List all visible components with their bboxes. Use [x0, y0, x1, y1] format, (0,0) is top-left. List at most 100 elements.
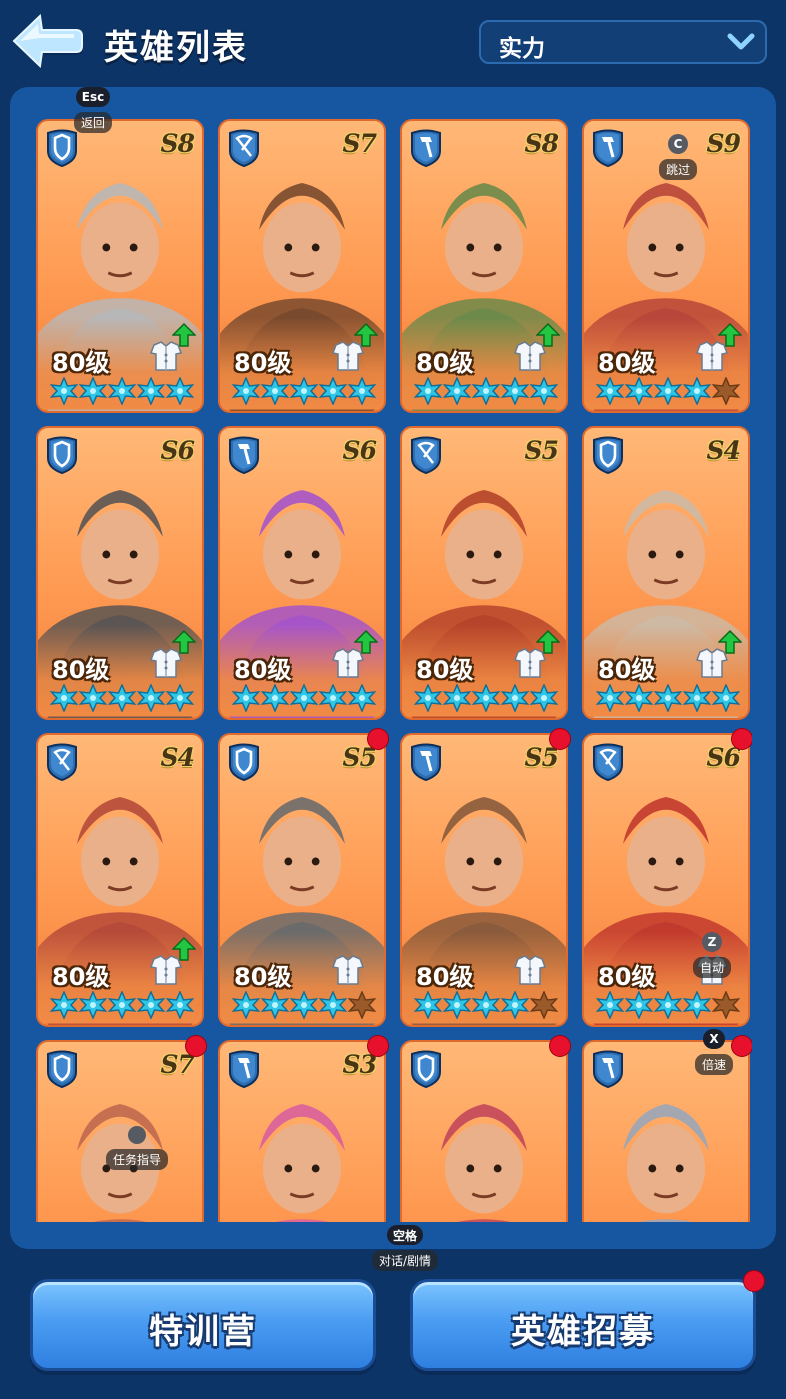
star-rating: [50, 991, 198, 1019]
star-filled-icon: [261, 377, 289, 405]
hero-level: 80级: [234, 656, 292, 684]
star-filled-icon: [108, 377, 136, 405]
hero-card[interactable]: [400, 1040, 568, 1222]
star-rating: [50, 684, 198, 712]
back-arrow-icon[interactable]: [10, 12, 84, 70]
hero-level: 80级: [598, 349, 656, 377]
hero-card[interactable]: S8 80级: [400, 119, 568, 413]
hero-card[interactable]: S5 80级: [400, 733, 568, 1027]
rank-badge: S6: [342, 436, 377, 465]
crossbow-class-icon: [410, 436, 442, 475]
star-filled-icon: [443, 377, 471, 405]
rank-badge: S9: [706, 129, 741, 158]
hammer-class-icon: [228, 1050, 260, 1089]
star-filled-icon: [625, 991, 653, 1019]
upgrade-arrow-icon: [172, 323, 196, 347]
hero-card[interactable]: S5 80级: [400, 426, 568, 720]
rank-badge: S8: [524, 129, 559, 158]
star-filled-icon: [137, 684, 165, 712]
notification-dot: [186, 1036, 206, 1056]
notification-dot: [368, 1036, 388, 1056]
shield-class-icon: [410, 1050, 442, 1089]
star-empty-icon: [712, 991, 740, 1019]
star-filled-icon: [166, 377, 194, 405]
star-filled-icon: [79, 377, 107, 405]
equipment-icon: [331, 955, 365, 985]
star-filled-icon: [50, 991, 78, 1019]
hero-card[interactable]: [582, 1040, 750, 1222]
star-filled-icon: [683, 991, 711, 1019]
shield-class-icon: [46, 436, 78, 475]
star-rating: [50, 377, 198, 405]
hammer-class-icon: [410, 129, 442, 168]
rank-badge: S4: [706, 436, 741, 465]
hero-recruit-button[interactable]: 英雄招募: [410, 1279, 756, 1371]
star-filled-icon: [625, 684, 653, 712]
star-empty-icon: [712, 377, 740, 405]
star-filled-icon: [261, 991, 289, 1019]
star-filled-icon: [472, 684, 500, 712]
upgrade-arrow-icon: [354, 630, 378, 654]
star-filled-icon: [261, 684, 289, 712]
hero-roster-panel: S8 80级 S7 80级 S8 80级 S9 80级 S6 80级 S6 80级 S5 80级 S4 80级…: [10, 87, 776, 1249]
rank-badge: S4: [160, 743, 195, 772]
hero-grid[interactable]: S8 80级 S7 80级 S8 80级 S9 80级 S6 80级 S6 80级 S5 80级 S4 80级…: [36, 119, 752, 1222]
hero-card[interactable]: S3: [218, 1040, 386, 1222]
crossbow-class-icon: [228, 129, 260, 168]
star-filled-icon: [443, 991, 471, 1019]
star-filled-icon: [232, 377, 260, 405]
hero-card[interactable]: S9 80级: [582, 119, 750, 413]
training-camp-button[interactable]: 特训营: [30, 1279, 376, 1371]
hotkey-label: 对话/剧情: [371, 1250, 439, 1271]
hero-card[interactable]: S7 80级: [218, 119, 386, 413]
rank-badge: S8: [160, 129, 195, 158]
shield-class-icon: [46, 129, 78, 168]
hero-card[interactable]: S7: [36, 1040, 204, 1222]
hero-card[interactable]: S5 80级: [218, 733, 386, 1027]
star-filled-icon: [530, 377, 558, 405]
star-filled-icon: [414, 377, 442, 405]
hero-level: 80级: [234, 349, 292, 377]
crossbow-class-icon: [592, 743, 624, 782]
hero-recruit-label: 英雄招募: [511, 1312, 655, 1352]
hero-card[interactable]: S6 80级: [582, 733, 750, 1027]
rank-badge: S7: [160, 1050, 195, 1079]
page-title: 英雄列表: [104, 28, 248, 68]
sort-selected-value: 实力: [499, 36, 545, 62]
hero-level: 80级: [416, 349, 474, 377]
rank-badge: S5: [524, 743, 559, 772]
hero-card[interactable]: S6 80级: [36, 426, 204, 720]
hero-card[interactable]: S4 80级: [36, 733, 204, 1027]
star-filled-icon: [290, 991, 318, 1019]
crossbow-class-icon: [46, 743, 78, 782]
star-filled-icon: [348, 684, 376, 712]
star-filled-icon: [166, 991, 194, 1019]
star-filled-icon: [108, 991, 136, 1019]
hero-card[interactable]: S6 80级: [218, 426, 386, 720]
equipment-icon: [695, 955, 729, 985]
hammer-class-icon: [410, 743, 442, 782]
sort-dropdown[interactable]: 实力: [479, 20, 767, 64]
rank-badge: S5: [342, 743, 377, 772]
hero-card[interactable]: S8 80级: [36, 119, 204, 413]
upgrade-arrow-icon: [718, 323, 742, 347]
star-filled-icon: [654, 684, 682, 712]
notification-dot: [550, 729, 570, 749]
upgrade-arrow-icon: [354, 323, 378, 347]
hero-card[interactable]: S4 80级: [582, 426, 750, 720]
hammer-class-icon: [228, 436, 260, 475]
star-rating: [232, 684, 380, 712]
star-filled-icon: [319, 991, 347, 1019]
star-rating: [596, 991, 744, 1019]
star-filled-icon: [319, 684, 347, 712]
chevron-down-icon: [727, 33, 755, 50]
rank-badge: S5: [524, 436, 559, 465]
star-filled-icon: [501, 684, 529, 712]
star-filled-icon: [50, 684, 78, 712]
star-rating: [596, 377, 744, 405]
star-filled-icon: [472, 991, 500, 1019]
hero-level: 80级: [52, 349, 110, 377]
recruit-notification-dot: [744, 1271, 764, 1291]
star-empty-icon: [530, 991, 558, 1019]
rank-badge: S6: [160, 436, 195, 465]
